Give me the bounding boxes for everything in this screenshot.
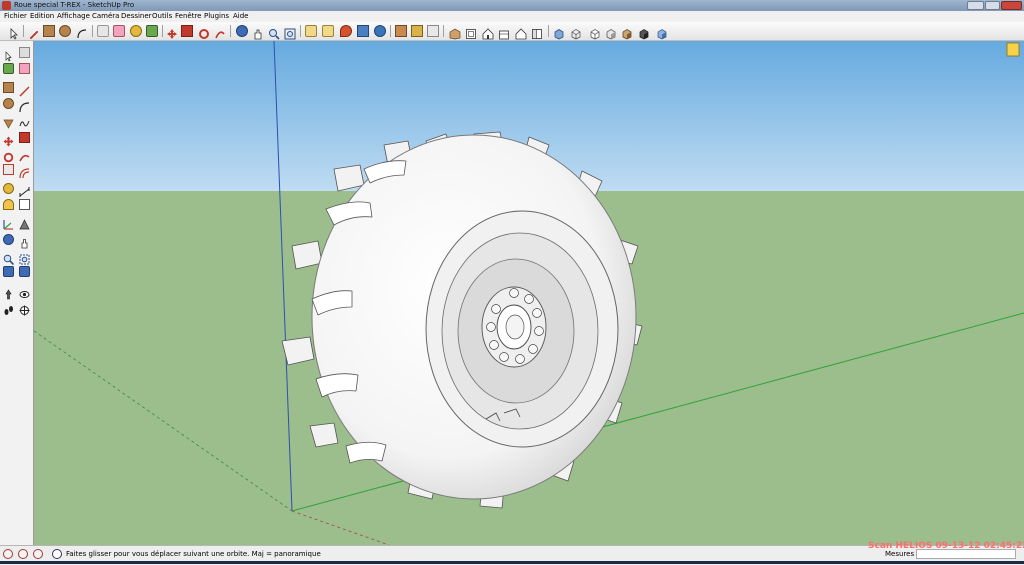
xray-icon[interactable]: [553, 25, 565, 40]
pan-icon[interactable]: [252, 25, 264, 40]
pan-icon[interactable]: [19, 234, 30, 249]
back-view-icon[interactable]: [515, 25, 527, 40]
3d-text-icon[interactable]: [19, 215, 30, 230]
orbit-icon[interactable]: [3, 234, 14, 245]
look-around-icon[interactable]: [19, 285, 30, 298]
hidden-line-icon[interactable]: [589, 25, 601, 40]
line-icon[interactable]: [19, 82, 30, 97]
zoom-icon[interactable]: [3, 250, 15, 266]
paint-bucket-icon[interactable]: [146, 25, 158, 37]
eraser-icon[interactable]: [19, 63, 30, 74]
push-pull-icon[interactable]: [19, 132, 30, 143]
menu-fichier[interactable]: Fichier: [4, 11, 27, 22]
credits-icon[interactable]: [18, 549, 28, 559]
maximize-button[interactable]: [985, 1, 1000, 10]
tape-measure-icon[interactable]: [3, 183, 14, 194]
arc-icon[interactable]: [19, 98, 30, 113]
paint-bucket-icon[interactable]: [3, 63, 14, 74]
scan-watermark: Scan HELIOS 09-13-12 02:45:22: [868, 541, 1024, 551]
monochrome-alt-icon[interactable]: [656, 25, 668, 40]
text-icon[interactable]: [19, 199, 30, 210]
circle-icon[interactable]: [3, 98, 14, 109]
menu-outils[interactable]: Outils: [152, 11, 172, 22]
tape-measure-icon[interactable]: [130, 25, 142, 37]
arc-icon[interactable]: [76, 25, 88, 39]
components-icon[interactable]: [395, 25, 407, 37]
follow-me-icon[interactable]: [214, 25, 226, 39]
select-icon[interactable]: [8, 25, 20, 40]
circle-icon[interactable]: [59, 25, 71, 37]
freehand-icon[interactable]: [19, 114, 30, 127]
menu-camera[interactable]: Caméra: [92, 11, 119, 22]
front-view-icon[interactable]: [482, 25, 494, 40]
close-button[interactable]: [1001, 1, 1022, 10]
eraser-icon[interactable]: [113, 25, 125, 37]
position-camera-icon[interactable]: [3, 285, 14, 300]
move-icon[interactable]: [166, 25, 178, 39]
view-axes-indicator: [1006, 42, 1020, 57]
add-location-icon[interactable]: [340, 25, 352, 37]
iso-view-icon[interactable]: [449, 25, 461, 40]
left-view-icon[interactable]: [531, 25, 543, 39]
orbit-icon[interactable]: [236, 25, 248, 37]
rotate-icon[interactable]: [3, 148, 14, 163]
geo-location-icon[interactable]: [3, 549, 13, 559]
top-view-icon[interactable]: [465, 25, 477, 39]
zoom-extents-icon[interactable]: [3, 266, 14, 277]
polygon-icon[interactable]: [3, 114, 14, 129]
help-icon[interactable]: [52, 549, 62, 559]
menu-affichage[interactable]: Affichage: [57, 11, 90, 22]
layers-icon[interactable]: [427, 25, 439, 37]
rectangle-icon[interactable]: [43, 25, 55, 37]
3d-viewport[interactable]: [34, 41, 1024, 545]
axes-icon[interactable]: [3, 215, 14, 230]
window-title: Roue special T-REX - SketchUp Pro: [14, 1, 135, 9]
minimize-button[interactable]: [967, 1, 984, 10]
monochrome-icon[interactable]: [638, 25, 650, 40]
menu-aide[interactable]: Aide: [233, 11, 248, 22]
make-component-icon[interactable]: [97, 25, 109, 37]
previous-icon[interactable]: [19, 266, 30, 277]
zoom-extents-icon[interactable]: [284, 25, 296, 40]
follow-me-icon[interactable]: [19, 148, 30, 162]
move-icon[interactable]: [3, 132, 14, 147]
next-view-icon[interactable]: [322, 25, 334, 37]
make-component-icon[interactable]: [19, 47, 30, 58]
shaded-icon[interactable]: [605, 25, 617, 40]
wireframe-icon[interactable]: [570, 25, 582, 40]
push-pull-icon[interactable]: [181, 25, 193, 37]
menu-edition[interactable]: Edition: [30, 11, 54, 22]
left-toolbar: [0, 41, 34, 545]
right-view-icon[interactable]: [498, 25, 510, 40]
styles-icon[interactable]: [411, 25, 423, 37]
menu-dessiner[interactable]: Dessiner: [121, 11, 152, 22]
offset-icon[interactable]: [19, 164, 30, 179]
menu-plugins[interactable]: Plugins: [204, 11, 229, 22]
share-model-icon[interactable]: [374, 25, 386, 37]
title-bar: Roue special T-REX - SketchUp Pro: [0, 0, 1024, 11]
sketchup-app-icon[interactable]: [2, 1, 11, 10]
zoom-icon[interactable]: [268, 25, 280, 40]
hub-bore: [505, 314, 525, 340]
rectangle-icon[interactable]: [3, 82, 14, 93]
walk-icon[interactable]: [3, 301, 14, 315]
scale-icon[interactable]: [3, 164, 14, 175]
user-icon[interactable]: [33, 549, 43, 559]
select-icon[interactable]: [3, 47, 14, 62]
protractor-icon[interactable]: [3, 199, 14, 210]
rotate-icon[interactable]: [198, 25, 210, 39]
menu-fenetre[interactable]: Fenêtre: [175, 11, 201, 22]
main-toolbar: [0, 22, 1024, 41]
section-plane-icon[interactable]: [19, 301, 30, 316]
zoom-window-icon[interactable]: [19, 250, 30, 265]
status-message: Faites glisser pour vous déplacer suivan…: [66, 550, 321, 558]
shaded-textures-icon[interactable]: [621, 25, 633, 40]
pencil-icon[interactable]: [28, 25, 40, 40]
get-models-icon[interactable]: [357, 25, 369, 37]
previous-view-icon[interactable]: [305, 25, 317, 37]
dimension-icon[interactable]: [19, 183, 30, 197]
